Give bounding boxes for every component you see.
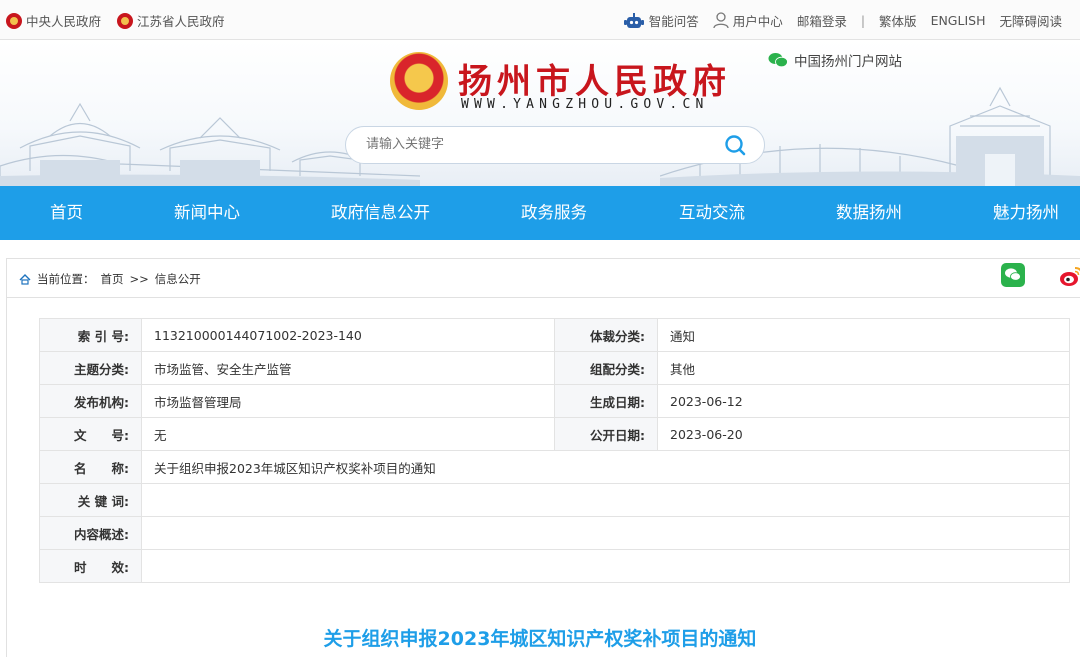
breadcrumb-prefix: 当前位置： xyxy=(37,272,95,286)
search-input[interactable] xyxy=(364,136,688,153)
english-link[interactable]: ENGLISH xyxy=(931,13,986,28)
public-date-value: 2023-06-20 xyxy=(657,417,1070,451)
document-number-value: 无 xyxy=(141,417,555,451)
name-label: 名 称: xyxy=(39,450,142,484)
share-wechat-icon[interactable] xyxy=(1001,263,1025,287)
user-icon xyxy=(713,12,729,29)
nav-data-yangzhou[interactable]: 数据扬州 xyxy=(836,186,902,240)
created-date-value: 2023-06-12 xyxy=(657,384,1070,418)
genre-label: 体裁分类: xyxy=(554,318,658,352)
share-weibo-icon[interactable] xyxy=(1059,264,1080,288)
breadcrumb-current[interactable]: 信息公开 xyxy=(155,271,201,287)
site-url: WWW.YANGZHOU.GOV.CN xyxy=(461,97,709,112)
index-number-label: 索 引 号: xyxy=(39,318,142,352)
table-row: 主题分类: 市场监管、安全生产监管 组配分类: 其他 xyxy=(39,351,1070,385)
breadcrumb: 当前位置： 首页 >> 信息公开 xyxy=(6,258,1080,298)
keywords-value xyxy=(141,483,1070,517)
site-title: 扬州市人民政府 xyxy=(458,62,731,102)
nav-news-center[interactable]: 新闻中心 xyxy=(174,186,240,240)
breadcrumb-home-link[interactable]: 首页 xyxy=(101,271,124,287)
divider: | xyxy=(860,13,866,28)
document-number-label: 文 号: xyxy=(39,417,142,451)
nav-interaction[interactable]: 互动交流 xyxy=(679,186,745,240)
user-center-link[interactable]: 用户中心 xyxy=(713,11,783,30)
nav-gov-info-disclosure[interactable]: 政府信息公开 xyxy=(331,186,430,240)
article-title: 关于组织申报2023年城区知识产权奖补项目的通知 xyxy=(323,628,757,650)
config-category-value: 其他 xyxy=(657,351,1070,385)
issuing-org-value: 市场监督管理局 xyxy=(141,384,555,418)
public-date-label: 公开日期: xyxy=(554,417,658,451)
portal-text: 中国扬州门户网站 xyxy=(794,54,902,70)
national-emblem-logo xyxy=(390,52,448,110)
jiangsu-government-link[interactable]: 江苏省人民政府 xyxy=(117,11,225,30)
accessible-reading-link[interactable]: 无障碍阅读 xyxy=(999,11,1062,30)
summary-label: 内容概述: xyxy=(39,516,142,550)
index-number-value: 113210000144071002-2023-140 xyxy=(141,318,555,352)
mail-login-link[interactable]: 邮箱登录 xyxy=(797,11,847,30)
genre-value: 通知 xyxy=(657,318,1070,352)
created-date-label: 生成日期: xyxy=(554,384,658,418)
user-center-label: 用户中心 xyxy=(732,14,783,29)
validity-value xyxy=(141,549,1070,583)
main-nav: 首页 新闻中心 政府信息公开 政务服务 互动交流 数据扬州 魅力扬州 xyxy=(0,186,1080,240)
name-value: 关于组织申报2023年城区知识产权奖补项目的通知 xyxy=(141,450,1070,484)
config-category-label: 组配分类: xyxy=(554,351,658,385)
smart-qa-link[interactable]: 智能问答 xyxy=(623,11,699,30)
national-emblem-icon xyxy=(6,12,22,29)
nav-charm-yangzhou[interactable]: 魅力扬州 xyxy=(993,186,1059,240)
home-icon xyxy=(19,273,31,285)
validity-label: 时 效: xyxy=(39,549,142,583)
breadcrumb-separator: >> xyxy=(129,272,149,286)
document-meta-table: 索 引 号: 113210000144071002-2023-140 体裁分类:… xyxy=(39,318,1070,583)
issuing-org-label: 发布机构: xyxy=(39,384,142,418)
external-links: 中央人民政府 江苏省人民政府 xyxy=(6,11,225,30)
site-header: 扬州市人民政府 WWW.YANGZHOU.GOV.CN 中国扬州门户网站 xyxy=(0,40,1080,186)
wechat-icon xyxy=(768,53,788,68)
table-row: 发布机构: 市场监督管理局 生成日期: 2023-06-12 xyxy=(39,384,1070,418)
topic-label: 主题分类: xyxy=(39,351,142,385)
top-utility-bar: 中央人民政府 江苏省人民政府 智能问答 用户中心 邮箱登录 | 繁体版 ENGL… xyxy=(0,0,1080,40)
keywords-label: 关 键 词: xyxy=(39,483,142,517)
traditional-chinese-link[interactable]: 繁体版 xyxy=(879,11,917,30)
table-row: 内容概述: xyxy=(39,516,1070,550)
table-row: 名 称: 关于组织申报2023年城区知识产权奖补项目的通知 xyxy=(39,450,1070,484)
summary-value xyxy=(141,516,1070,550)
smart-qa-label: 智能问答 xyxy=(648,14,699,29)
central-government-label: 中央人民政府 xyxy=(26,14,102,29)
central-government-link[interactable]: 中央人民政府 xyxy=(6,11,101,30)
national-emblem-icon xyxy=(117,12,134,29)
topic-value: 市场监管、安全生产监管 xyxy=(141,351,555,385)
search-icon[interactable] xyxy=(724,134,746,156)
table-row: 文 号: 无 公开日期: 2023-06-20 xyxy=(39,417,1070,451)
breadcrumb-path: 当前位置： 首页 >> 信息公开 xyxy=(19,271,201,287)
table-row: 关 键 词: xyxy=(39,483,1070,517)
table-row: 时 效: xyxy=(39,549,1070,583)
search-box xyxy=(345,126,765,164)
nav-home[interactable]: 首页 xyxy=(50,186,83,240)
utility-links: 智能问答 用户中心 邮箱登录 | 繁体版 ENGLISH 无障碍阅读 xyxy=(623,11,1062,30)
jiangsu-government-label: 江苏省人民政府 xyxy=(137,14,225,29)
table-row: 索 引 号: 113210000144071002-2023-140 体裁分类:… xyxy=(39,318,1070,352)
portal-label: 中国扬州门户网站 xyxy=(768,50,902,70)
robot-icon xyxy=(623,12,644,28)
nav-gov-services[interactable]: 政务服务 xyxy=(521,186,587,240)
